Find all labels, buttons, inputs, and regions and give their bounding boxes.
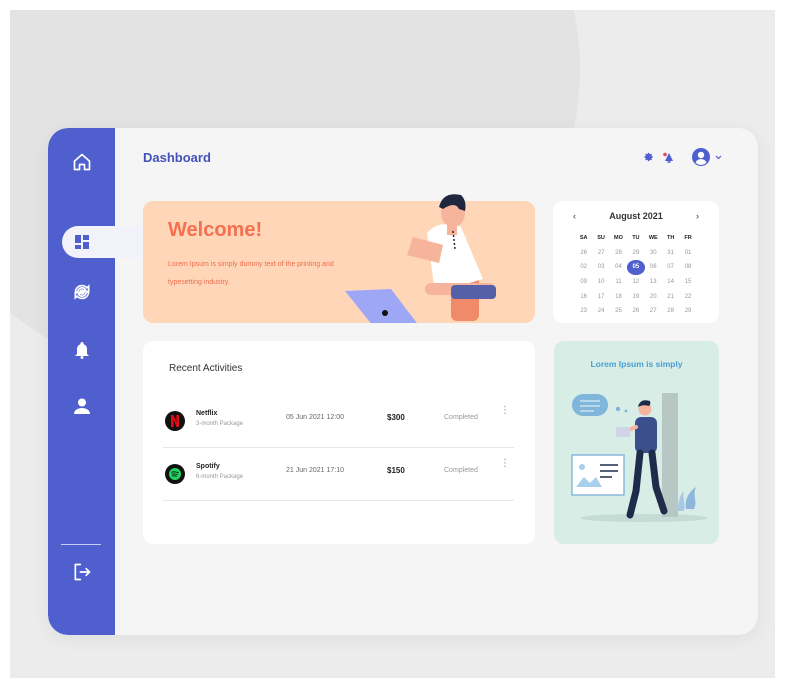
calendar-day[interactable]: 21 [662,289,679,304]
calendar-weekday: TH [666,235,675,242]
sidebar-item-notifications[interactable] [48,330,115,370]
activity-status: Completed [444,414,478,421]
sidebar-item-sync[interactable] [48,272,115,312]
table-row[interactable]: Spotify 6-month Package 21 Jun 2021 17:1… [163,451,514,501]
spotify-logo-icon [165,464,185,484]
calendar-next-button[interactable]: › [696,211,699,221]
calendar-weekday: FR [684,235,692,242]
calendar-day[interactable]: 24 [592,304,609,319]
calendar-day[interactable]: 02 [575,260,592,275]
table-row[interactable]: Netflix 3-month Package 05 Jun 2021 12:0… [163,398,514,448]
calendar-header: ‹ August 2021 › [553,211,719,221]
calendar-day[interactable]: 11 [610,275,627,290]
calendar-day[interactable]: 01 [679,246,696,261]
calendar-grid: SA SU MO TU WE TH FR 26 27 28 29 30 31 01 02 03 04 05 06 07… [575,231,697,319]
welcome-text: Lorem Ipsum is simply dummy text of the … [168,261,334,286]
sidebar-item-profile[interactable] [48,386,115,426]
calendar-day[interactable]: 25 [610,304,627,319]
page-title: Dashboard [143,150,211,165]
calendar-prev-button[interactable]: ‹ [573,211,576,221]
activity-date: 21 Jun 2021 17:10 [286,467,344,474]
calendar-day[interactable]: 29 [627,246,644,261]
calendar-widget: ‹ August 2021 › SA SU MO TU WE TH FR 26 27 28 29 30… [553,201,719,323]
activity-status: Completed [444,467,478,474]
activity-amount: $300 [387,413,405,422]
sidebar-item-dashboard[interactable] [48,222,115,262]
calendar-day[interactable]: 17 [592,289,609,304]
calendar-day[interactable]: 27 [645,304,662,319]
activity-amount: $150 [387,466,405,475]
calendar-day[interactable]: 08 [679,260,696,275]
app-window: Dashboard Welcome! Lorem Ipsum is simply… [48,128,758,635]
promo-card: Lorem Ipsum is simply [554,341,719,544]
welcome-heading: Welcome! [168,219,263,241]
calendar-day[interactable]: 12 [627,275,644,290]
activity-plan: 6-month Package [196,474,244,480]
calendar-weekday: WE [648,235,658,242]
calendar-day[interactable]: 07 [662,260,679,275]
calendar-day[interactable]: 30 [645,246,662,261]
calendar-day[interactable]: 05 [627,260,645,275]
calendar-day[interactable]: 20 [645,289,662,304]
netflix-logo-icon [165,411,185,431]
avatar[interactable] [692,148,710,166]
sync-icon [73,284,90,300]
calendar-weekday: SA [579,235,588,242]
activity-date: 05 Jun 2021 12:00 [286,414,344,421]
activity-name: Netflix [196,410,218,417]
promo-title: Lorem Ipsum is simply [590,359,683,369]
sidebar-item-logout[interactable] [48,552,115,592]
sidebar [48,128,142,635]
gear-icon[interactable] [644,152,654,162]
calendar-day[interactable]: 23 [575,304,592,319]
welcome-banner: Welcome! Lorem Ipsum is simply dummy tex… [143,194,535,323]
recent-activities-title: Recent Activities [169,363,243,374]
row-more-icon[interactable]: ⋮ [500,459,510,469]
man-with-laptop-illustration [345,194,496,323]
calendar-day[interactable]: 31 [662,246,679,261]
person-presenting-illustration [571,393,708,522]
header-tools [644,148,722,166]
calendar-day[interactable]: 28 [610,246,627,261]
calendar-day[interactable]: 13 [645,275,662,290]
chevron-down-icon[interactable] [715,155,722,160]
row-divider [163,447,514,448]
calendar-day[interactable]: 09 [575,275,592,290]
recent-activities-card: Recent Activities Netflix 3-month Packag… [143,341,535,544]
calendar-day[interactable]: 18 [610,289,627,304]
bell-alert-icon[interactable] [663,152,675,163]
calendar-weekday: SU [597,235,605,242]
activity-name: Spotify [196,463,220,470]
sidebar-item-home[interactable] [48,142,115,182]
calendar-day[interactable]: 26 [627,304,644,319]
calendar-day[interactable]: 15 [679,275,696,290]
row-more-icon[interactable]: ⋮ [500,406,510,416]
calendar-day[interactable]: 14 [662,275,679,290]
activity-plan: 3-month Package [196,421,244,427]
logout-icon [74,563,90,581]
calendar-day[interactable]: 04 [610,260,627,275]
user-icon [73,398,90,414]
home-icon [73,153,90,171]
calendar-day[interactable]: 26 [575,246,592,261]
bell-icon [74,342,89,359]
calendar-day[interactable]: 06 [645,260,662,275]
calendar-day[interactable]: 19 [627,289,644,304]
calendar-day[interactable]: 22 [679,289,696,304]
calendar-month-label: August 2021 [609,211,663,221]
dashboard-icon [74,235,89,249]
calendar-day[interactable]: 28 [662,304,679,319]
calendar-day[interactable]: 10 [592,275,609,290]
calendar-weekday: TU [632,235,640,242]
calendar-day[interactable]: 16 [575,289,592,304]
calendar-day[interactable]: 27 [592,246,609,261]
row-divider [163,500,514,501]
calendar-day[interactable]: 29 [679,304,696,319]
calendar-weekday: MO [614,235,623,242]
calendar-day[interactable]: 03 [592,260,609,275]
sidebar-divider [61,544,101,545]
